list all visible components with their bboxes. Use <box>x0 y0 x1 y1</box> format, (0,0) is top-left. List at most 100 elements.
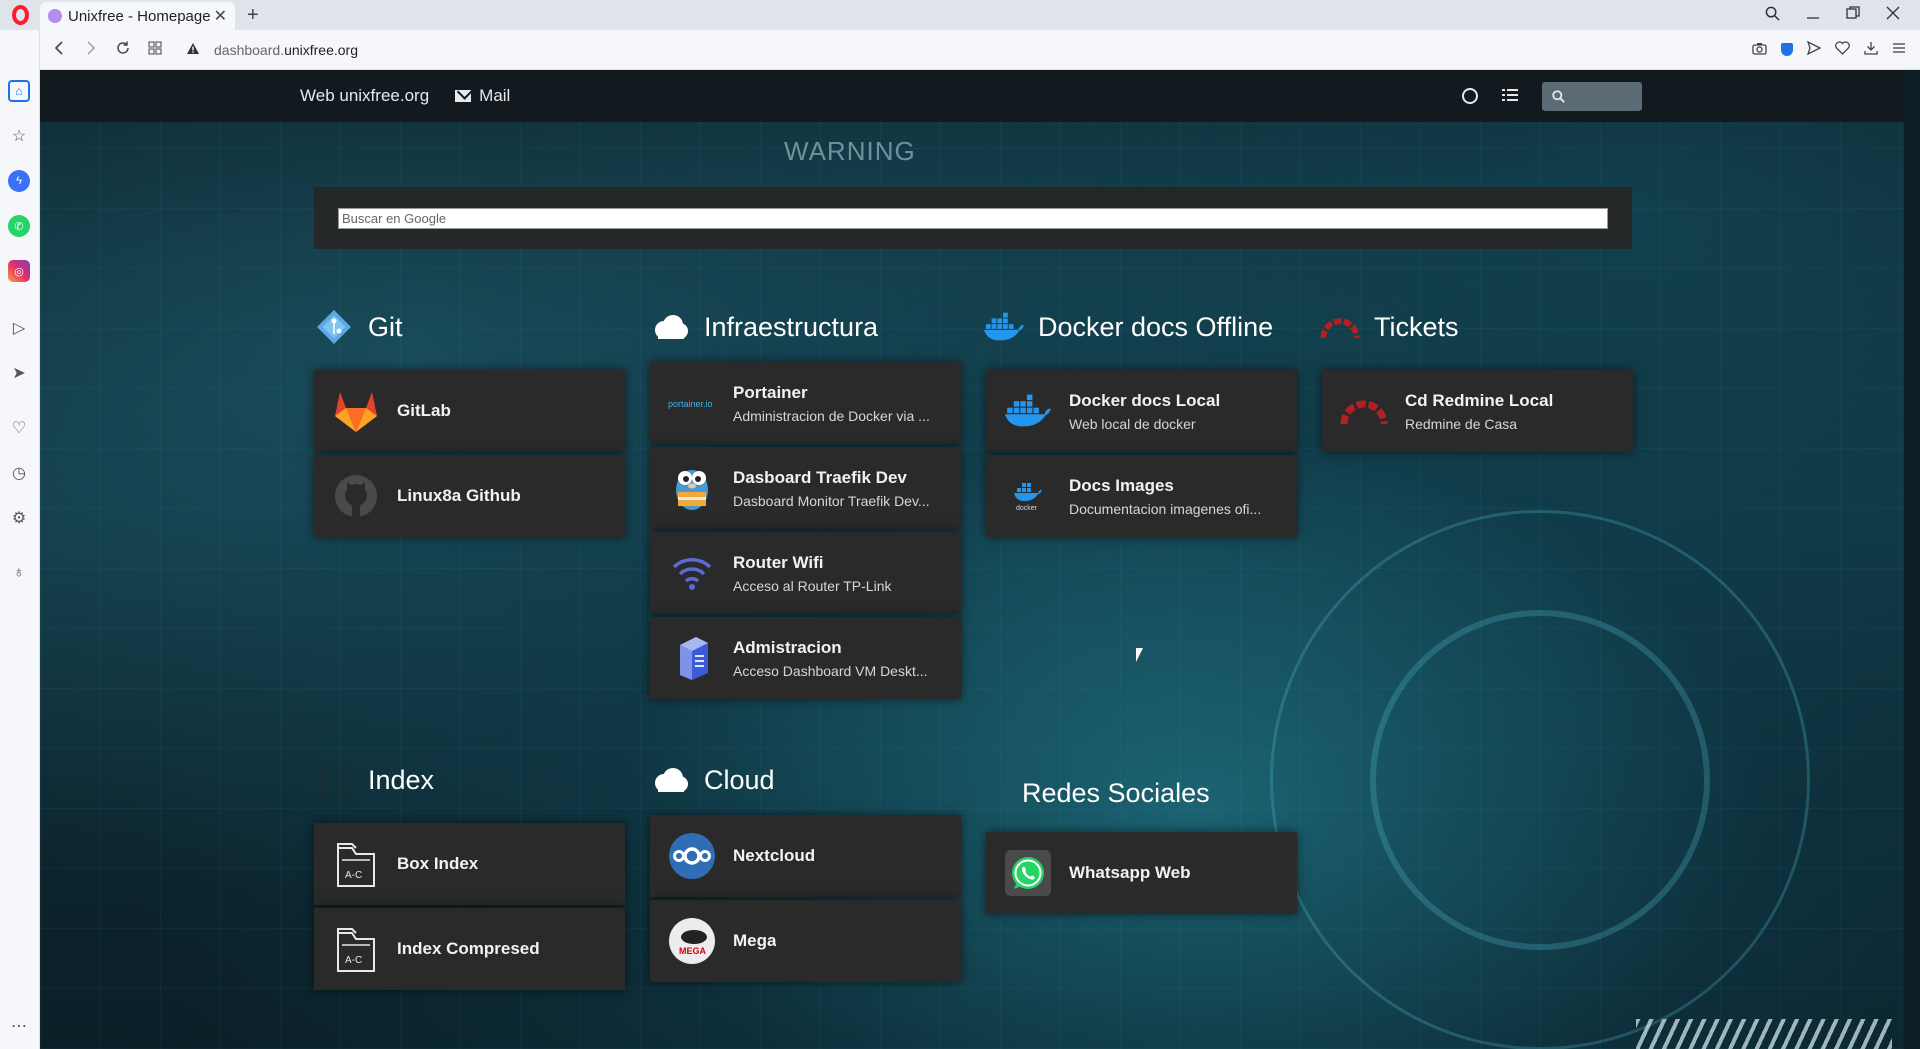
url-domain: unixfree.org <box>284 41 358 58</box>
group-title-tickets: Tickets <box>1320 307 1459 347</box>
search-icon <box>1552 89 1565 103</box>
dashboard-page: WARNING Web unixfree.org Mail Git <box>40 70 1904 1049</box>
url-field[interactable]: dashboard.unixfree.org <box>186 42 358 58</box>
card-docs-images[interactable]: docker Docs Images Documentacion imagene… <box>986 455 1297 537</box>
list-view-icon[interactable] <box>1502 86 1518 107</box>
file-box-label: A-C <box>345 955 362 966</box>
docker-logo-icon: docker <box>1004 472 1052 520</box>
background-warning-text: WARNING <box>784 136 916 166</box>
browser-tab-bar: Unixfree - Homepage ✕ + <box>0 0 1920 30</box>
group-title-infraestructura-label: Infraestructura <box>704 311 879 342</box>
browser-tab[interactable]: Unixfree - Homepage ✕ <box>40 2 235 30</box>
folder-icon <box>314 760 354 800</box>
close-window-button[interactable] <box>1886 6 1900 24</box>
card-admistracion[interactable]: Admistracion Acceso Dashboard VM Deskt..… <box>650 617 961 699</box>
card-title: Whatsapp Web <box>1069 863 1191 882</box>
github-icon <box>332 472 380 520</box>
tab-title: Unixfree - Homepage <box>68 7 210 25</box>
nextcloud-icon <box>668 832 716 880</box>
cloud-icon <box>650 307 690 347</box>
group-title-cloud: Cloud <box>650 760 775 800</box>
cloud-icon <box>650 760 690 800</box>
card-docker-docs-local[interactable]: Docker docs Local Web local de docker <box>986 370 1297 452</box>
bookmarks-icon[interactable]: ☆ <box>8 125 30 147</box>
card-subtitle: Administracion de Docker via ... <box>733 407 930 424</box>
whatsapp-icon <box>1004 849 1052 897</box>
group-title-docker-label: Docker docs Offline <box>1038 311 1274 342</box>
theme-toggle-icon[interactable] <box>1462 88 1478 104</box>
card-title: Cd Redmine Local <box>1405 390 1554 410</box>
card-title: Router Wifi <box>733 552 824 572</box>
vpn-shield-icon[interactable] <box>1781 43 1793 56</box>
card-whatsapp-web[interactable]: Whatsapp Web <box>986 832 1297 914</box>
tips-bulb-icon[interactable]: ♁ <box>8 562 30 584</box>
speed-dial-grid-icon[interactable] <box>142 39 168 60</box>
web-unixfree-link[interactable]: Web unixfree.org <box>300 86 429 106</box>
group-title-git: Git <box>314 307 403 347</box>
home-icon[interactable]: ⌂ <box>8 80 30 102</box>
card-title: Docs Images <box>1069 475 1174 495</box>
site-warning-icon[interactable] <box>186 42 200 58</box>
card-gitlab[interactable]: GitLab <box>314 370 625 452</box>
card-title: Mega <box>733 931 777 950</box>
card-dasboard-traefik-dev[interactable]: Dasboard Traefik Dev Dasboard Monitor Tr… <box>650 447 961 529</box>
card-box-index[interactable]: A-C Box Index <box>314 823 625 905</box>
card-title: Nextcloud <box>733 846 816 865</box>
portainer-logo-text: portainer.io <box>668 399 713 409</box>
back-button[interactable] <box>46 39 72 60</box>
card-subtitle: Web local de docker <box>1069 415 1196 432</box>
mega-icon: MEGA <box>668 917 716 965</box>
history-icon[interactable]: ◷ <box>8 462 30 484</box>
tab-close-button[interactable]: ✕ <box>214 6 227 26</box>
redmine-icon <box>1340 387 1388 435</box>
flow-icon[interactable]: ➤ <box>8 362 30 384</box>
group-title-redes-sociales: Redes Sociales <box>1022 778 1210 809</box>
card-router-wifi[interactable]: Router Wifi Acceso al Router TP-Link <box>650 532 961 614</box>
git-icon <box>314 307 354 347</box>
minimize-button[interactable] <box>1806 6 1820 24</box>
card-title: Box Index <box>397 854 479 873</box>
card-linux8a-github[interactable]: Linux8a Github <box>314 455 625 537</box>
mail-envelope-icon <box>455 90 472 102</box>
reload-button[interactable] <box>110 39 136 60</box>
dashboard-search-input[interactable] <box>1542 81 1642 111</box>
instagram-icon[interactable]: ◎ <box>8 260 30 282</box>
forward-button[interactable] <box>78 39 104 60</box>
download-icon[interactable] <box>1864 41 1878 58</box>
messenger-icon[interactable]: ϟ <box>8 170 30 192</box>
easy-setup-icon[interactable] <box>1892 41 1906 58</box>
card-mega[interactable]: MEGA Mega <box>650 900 961 982</box>
card-cd-redmine-local[interactable]: Cd Redmine Local Redmine de Casa <box>1322 370 1633 452</box>
background-stripes <box>1636 1019 1892 1049</box>
card-portainer[interactable]: portainer.io Portainer Administracion de… <box>650 362 961 444</box>
player-icon[interactable]: ▷ <box>8 317 30 339</box>
group-title-cloud-label: Cloud <box>704 764 775 795</box>
google-search-input[interactable] <box>338 208 1608 229</box>
card-subtitle: Documentacion imagenes ofi... <box>1069 500 1262 517</box>
group-title-index: Index <box>314 760 434 800</box>
file-box-icon: A-C <box>332 840 380 888</box>
mail-link[interactable]: Mail <box>455 86 510 106</box>
group-title-tickets-label: Tickets <box>1374 311 1459 342</box>
tab-search-icon[interactable] <box>1765 6 1780 25</box>
pinboard-heart-icon[interactable]: ♡ <box>8 417 30 439</box>
card-index-compresed[interactable]: A-C Index Compresed <box>314 908 625 990</box>
card-title: Index Compresed <box>397 939 540 958</box>
card-subtitle: Dasboard Monitor Traefik Dev... <box>733 492 930 509</box>
opera-logo-icon <box>11 5 29 25</box>
group-title-index-label: Index <box>368 764 435 795</box>
google-search-panel <box>314 187 1632 249</box>
sidebar-more-icon[interactable]: ⋯ <box>8 1015 30 1037</box>
opera-menu-button[interactable] <box>0 0 40 30</box>
new-tab-button[interactable]: + <box>247 4 259 27</box>
url-subdomain: dashboard. <box>214 41 285 58</box>
settings-gear-icon[interactable]: ⚙ <box>8 507 30 529</box>
camera-icon[interactable] <box>1752 42 1767 58</box>
restore-button[interactable] <box>1846 6 1860 24</box>
group-title-git-label: Git <box>368 311 403 342</box>
send-icon[interactable] <box>1806 40 1822 58</box>
heart-icon[interactable] <box>1835 41 1850 58</box>
card-nextcloud[interactable]: Nextcloud <box>650 815 961 897</box>
whatsapp-sidebar-icon[interactable]: ✆ <box>8 215 30 237</box>
top-navigation: Web unixfree.org Mail <box>40 70 1904 122</box>
